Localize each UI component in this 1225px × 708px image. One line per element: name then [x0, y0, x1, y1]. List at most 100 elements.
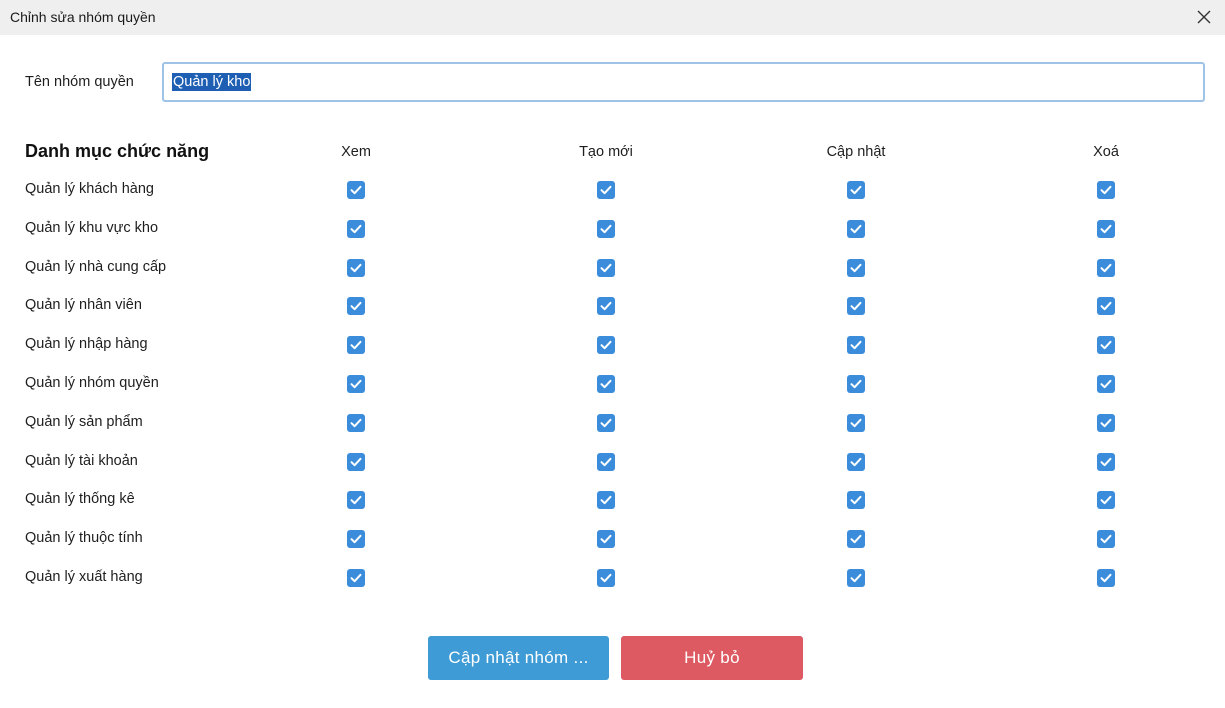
checkbox-view[interactable] [347, 452, 365, 471]
checkbox-delete[interactable] [1097, 258, 1115, 277]
checkbox-update[interactable] [847, 491, 865, 510]
permission-row: Quản lý thống kê [0, 481, 1225, 520]
checkbox-create[interactable] [597, 452, 615, 471]
checkmark-icon [850, 302, 862, 311]
checkmark-icon [850, 457, 862, 466]
checkbox-update[interactable] [847, 569, 865, 587]
checkmark-icon [600, 263, 612, 272]
checkmark-icon [350, 263, 362, 272]
checkbox-view[interactable] [347, 258, 365, 277]
checkbox-view[interactable] [347, 530, 365, 549]
checkmark-icon [350, 457, 362, 466]
checkmark-icon [350, 418, 362, 427]
checkbox-create[interactable] [597, 258, 615, 277]
checkmark-icon [350, 534, 362, 544]
checkmark-icon [1100, 496, 1112, 505]
checkbox-create[interactable] [597, 530, 615, 549]
close-icon [1197, 10, 1211, 24]
checkbox-view[interactable] [347, 336, 365, 355]
permission-row: Quản lý xuất hàng [0, 559, 1225, 598]
checkbox-view[interactable] [347, 569, 365, 587]
checkmark-icon [850, 224, 862, 233]
checkbox-view[interactable] [347, 181, 365, 199]
checkmark-icon [1100, 302, 1112, 311]
checkmark-icon [600, 573, 612, 583]
checkbox-delete[interactable] [1097, 219, 1115, 238]
permission-row-label: Quản lý thuộc tính [25, 530, 143, 547]
checkbox-create[interactable] [597, 491, 615, 510]
checkbox-delete[interactable] [1097, 413, 1115, 432]
close-button[interactable] [1191, 4, 1217, 30]
permission-row-label: Quản lý xuất hàng [25, 569, 143, 585]
permission-row: Quản lý nhà cung cấp [0, 249, 1225, 288]
checkbox-update[interactable] [847, 375, 865, 393]
checkbox-create[interactable] [597, 336, 615, 355]
column-header-update: Cập nhật [826, 144, 886, 160]
checkbox-delete[interactable] [1097, 530, 1115, 549]
checkbox-update[interactable] [847, 530, 865, 549]
permission-row: Quản lý khách hàng [0, 171, 1225, 210]
checkbox-delete[interactable] [1097, 569, 1115, 587]
function-list-heading: Danh mục chức năng [25, 141, 210, 161]
checkmark-icon [1100, 263, 1112, 272]
checkbox-delete[interactable] [1097, 181, 1115, 199]
permission-row-label: Quản lý nhập hàng [25, 336, 148, 353]
checkbox-update[interactable] [847, 452, 865, 471]
checkbox-view[interactable] [347, 375, 365, 393]
checkbox-update[interactable] [847, 219, 865, 238]
checkmark-icon [850, 418, 862, 427]
permission-row-label: Quản lý thống kê [25, 491, 135, 508]
cancel-button[interactable]: Huỷ bỏ [621, 636, 803, 680]
column-header-delete: Xoá [1093, 144, 1119, 160]
checkbox-update[interactable] [847, 297, 865, 316]
permission-row: Quản lý tài khoản [0, 443, 1225, 482]
checkbox-update[interactable] [847, 413, 865, 432]
permission-row-label: Quản lý nhà cung cấp [25, 258, 167, 275]
checkbox-delete[interactable] [1097, 452, 1115, 471]
update-group-button[interactable]: Cập nhật nhóm ... [428, 636, 609, 680]
checkmark-icon [1100, 573, 1112, 583]
permission-row-label: Quản lý khách hàng [25, 181, 154, 197]
checkmark-icon [850, 496, 862, 505]
group-name-value: Quản lý kho [172, 73, 252, 91]
checkbox-delete[interactable] [1097, 491, 1115, 510]
checkmark-icon [600, 224, 612, 233]
checkmark-icon [1100, 457, 1112, 466]
checkbox-update[interactable] [847, 258, 865, 277]
checkmark-icon [850, 379, 862, 389]
checkmark-icon [350, 224, 362, 233]
checkbox-delete[interactable] [1097, 336, 1115, 355]
checkbox-delete[interactable] [1097, 297, 1115, 316]
checkbox-delete[interactable] [1097, 375, 1115, 393]
checkmark-icon [850, 340, 862, 350]
checkmark-icon [1100, 340, 1112, 350]
checkbox-create[interactable] [597, 181, 615, 199]
checkbox-view[interactable] [347, 413, 365, 432]
checkmark-icon [600, 302, 612, 311]
group-name-input[interactable]: Quản lý kho [162, 62, 1205, 102]
checkbox-create[interactable] [597, 219, 615, 238]
checkmark-icon [1100, 224, 1112, 233]
checkmark-icon [850, 534, 862, 544]
checkbox-create[interactable] [597, 569, 615, 587]
checkmark-icon [350, 496, 362, 505]
permission-row: Quản lý thuộc tính [0, 520, 1225, 559]
checkbox-view[interactable] [347, 491, 365, 510]
checkbox-create[interactable] [597, 297, 615, 316]
permission-row-label: Quản lý nhóm quyền [25, 375, 159, 391]
checkbox-update[interactable] [847, 336, 865, 355]
permission-row-label: Quản lý sản phẩm [25, 413, 143, 430]
checkbox-view[interactable] [347, 219, 365, 238]
checkmark-icon [600, 534, 612, 544]
checkmark-icon [1100, 379, 1112, 389]
checkbox-update[interactable] [847, 181, 865, 199]
checkmark-icon [1100, 418, 1112, 427]
checkmark-icon [350, 340, 362, 350]
group-name-label: Tên nhóm quyền [25, 74, 134, 90]
edit-permission-group-dialog: Chỉnh sửa nhóm quyền Tên nhóm quyền Quản… [0, 0, 1225, 708]
permission-row-label: Quản lý khu vực kho [25, 219, 159, 236]
checkbox-create[interactable] [597, 375, 615, 393]
checkbox-view[interactable] [347, 297, 365, 316]
checkmark-icon [600, 340, 612, 350]
checkbox-create[interactable] [597, 413, 615, 432]
